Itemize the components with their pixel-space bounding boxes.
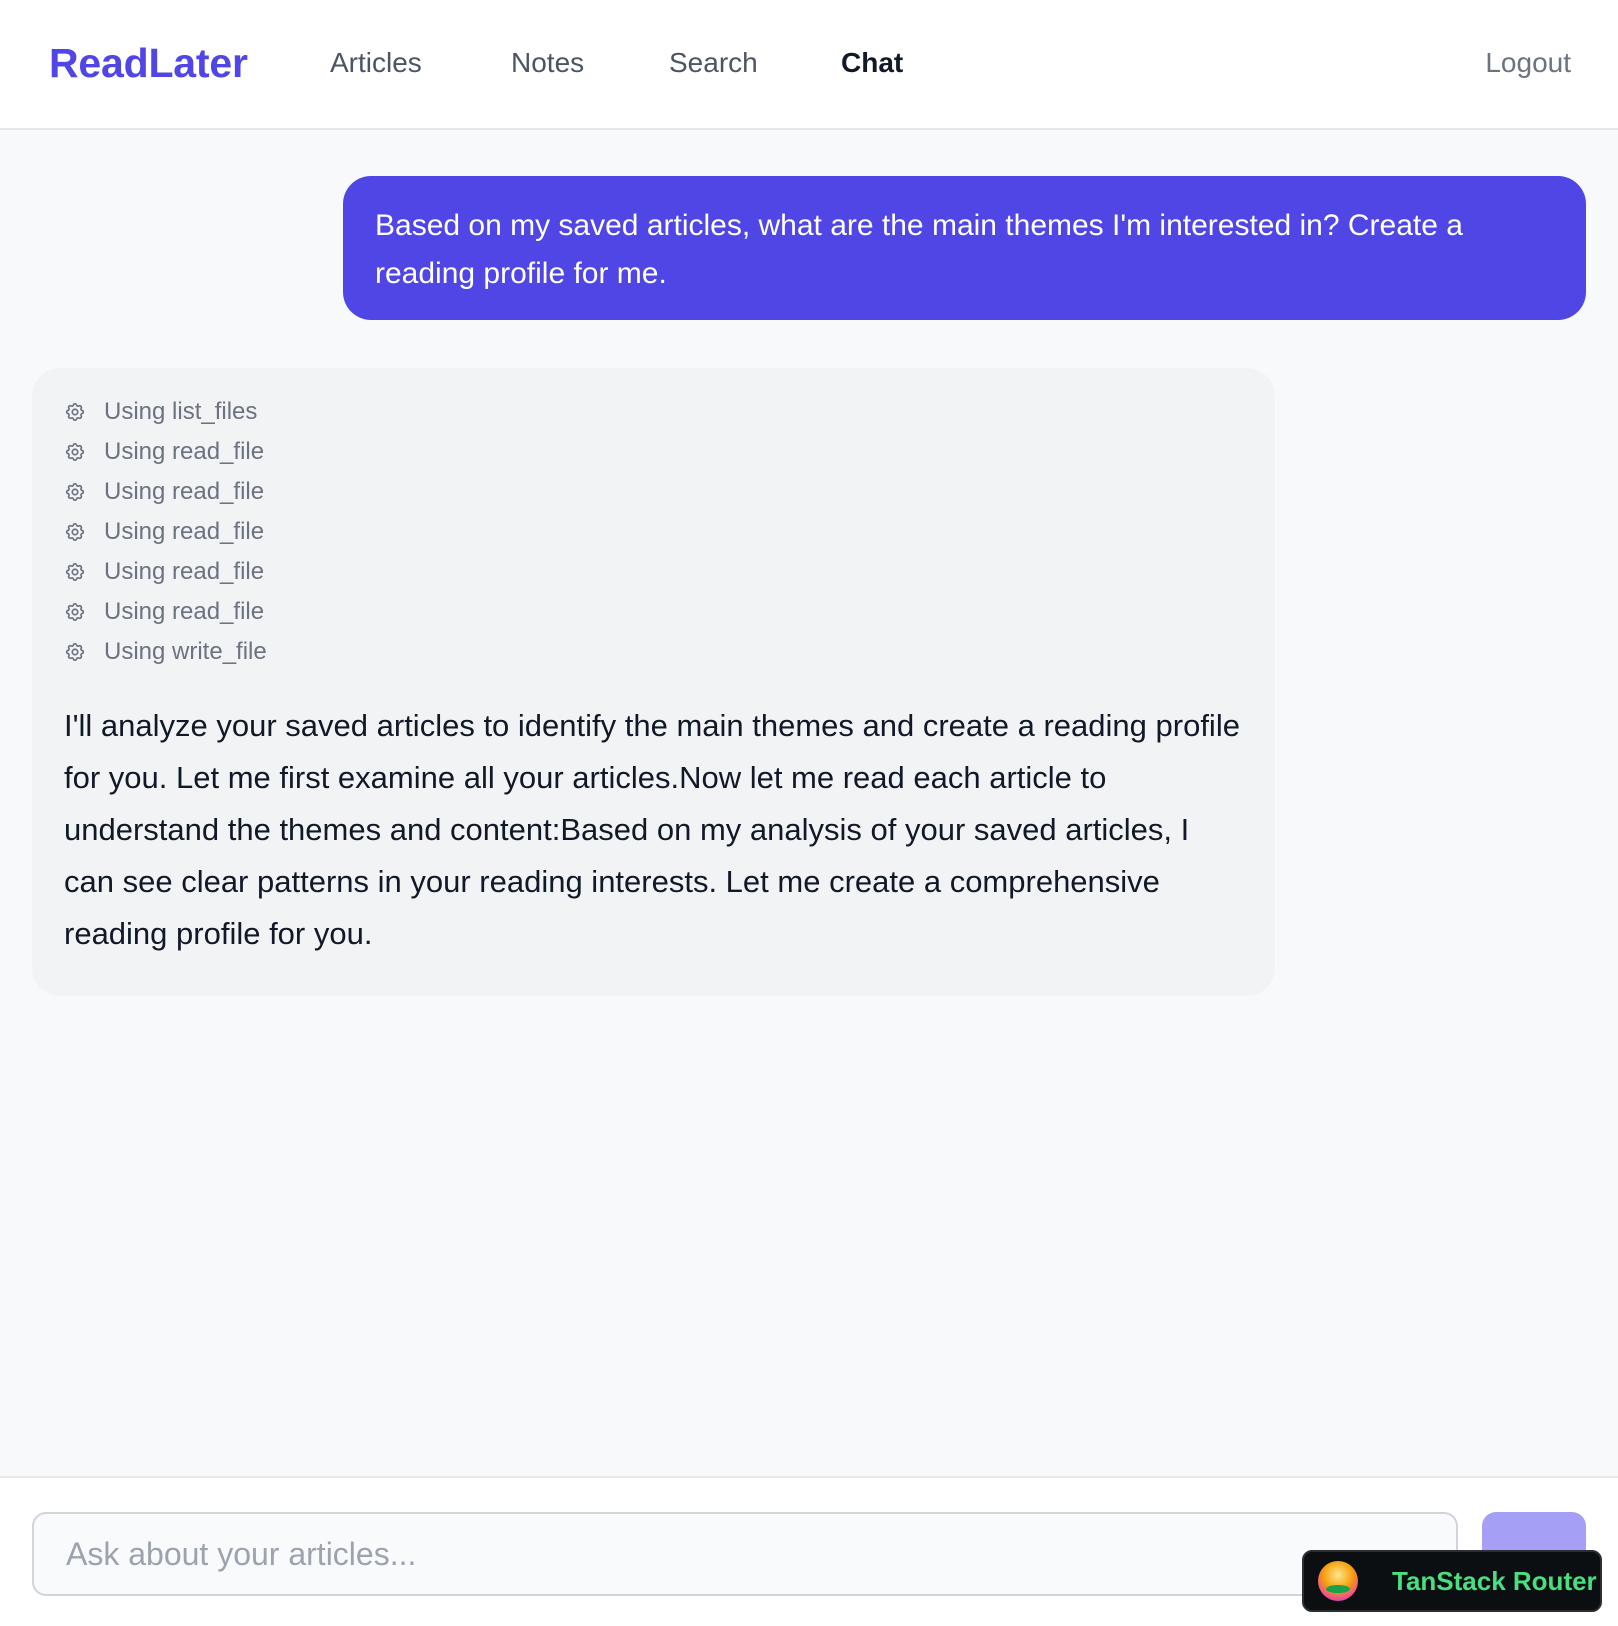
gear-icon (64, 561, 86, 583)
tool-call-item: Using read_file (64, 432, 1243, 472)
gear-icon (64, 481, 86, 503)
tool-call-item: Using list_files (64, 392, 1243, 432)
tool-call-item: Using read_file (64, 592, 1243, 632)
gear-icon (64, 401, 86, 423)
brand-logo[interactable]: ReadLater (49, 40, 248, 87)
tool-call-list: Using list_files Using read_file Using rea… (64, 392, 1243, 672)
assistant-message-bubble: Using list_files Using read_file Using rea… (32, 368, 1275, 996)
nav-link-articles[interactable]: Articles (330, 47, 422, 79)
tool-call-item: Using read_file (64, 512, 1243, 552)
tool-call-label: Using list_files (104, 398, 258, 425)
tool-call-item: Using write_file (64, 632, 1243, 672)
nav-link-search[interactable]: Search (669, 47, 758, 79)
devtools-label: TanStack Router (1392, 1565, 1597, 1596)
tool-call-label: Using read_file (104, 598, 265, 625)
top-nav-bar: ReadLater Articles Notes Search Chat Log… (0, 0, 1618, 130)
tool-call-label: Using read_file (104, 478, 265, 505)
gear-icon (64, 441, 86, 463)
user-message-text: Based on my saved articles, what are the… (375, 209, 1463, 290)
logout-button[interactable]: Logout (1485, 47, 1571, 79)
tanstack-logo-icon (1318, 1561, 1358, 1601)
user-message-bubble: Based on my saved articles, what are the… (343, 176, 1586, 320)
gear-icon (64, 521, 86, 543)
tool-call-label: Using write_file (104, 638, 267, 665)
gear-icon (64, 641, 86, 663)
tanstack-devtools-toggle[interactable]: TanStack Router (1302, 1550, 1602, 1612)
tool-call-item: Using read_file (64, 552, 1243, 592)
tool-call-label: Using read_file (104, 518, 265, 545)
gear-icon (64, 601, 86, 623)
chat-input[interactable] (32, 1512, 1458, 1596)
tool-call-item: Using read_file (64, 472, 1243, 512)
tool-call-label: Using read_file (104, 558, 265, 585)
tool-call-label: Using read_file (104, 438, 265, 465)
nav-link-notes[interactable]: Notes (511, 47, 584, 79)
nav-link-chat[interactable]: Chat (841, 47, 903, 79)
assistant-message-text: I'll analyze your saved articles to iden… (64, 708, 1240, 951)
